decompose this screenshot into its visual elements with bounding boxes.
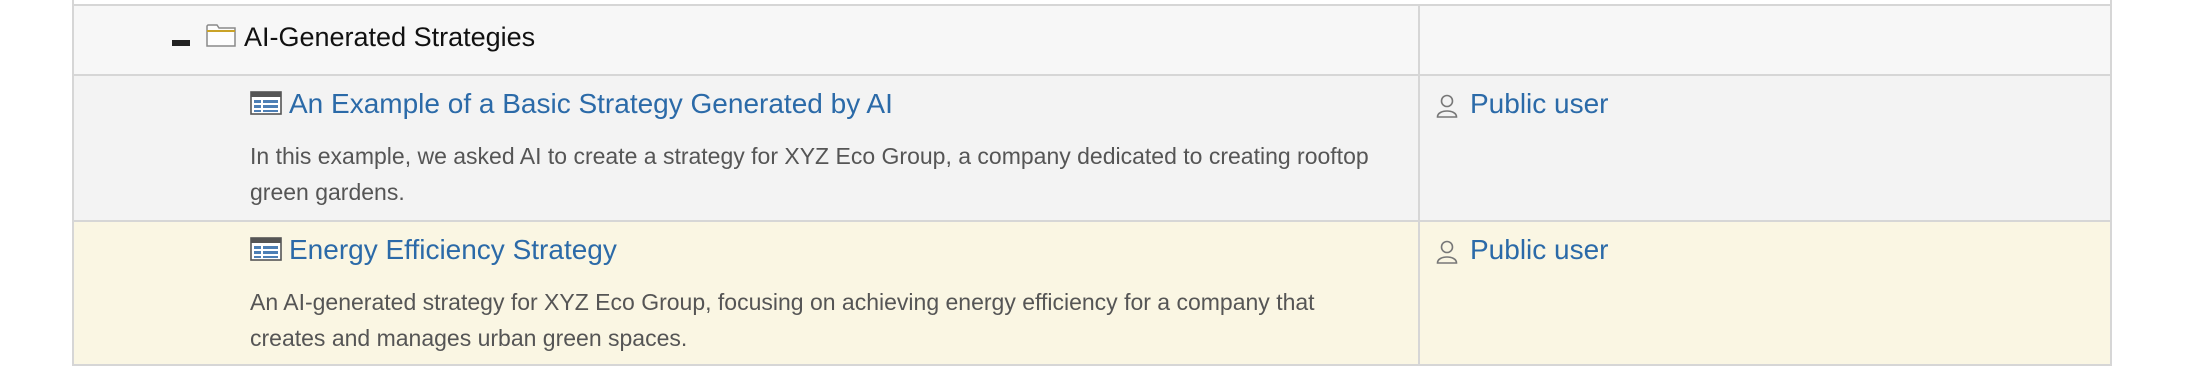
folder-cell: AI-Generated Strategies xyxy=(74,6,1420,74)
user-icon xyxy=(1436,94,1458,118)
owner-link[interactable]: Public user xyxy=(1470,88,1609,120)
item-description: In this example, we asked AI to create a… xyxy=(250,143,1369,205)
item-title-link[interactable]: An Example of a Basic Strategy Generated… xyxy=(289,88,893,120)
user-icon xyxy=(1436,240,1458,264)
strategy-map-icon xyxy=(250,237,282,261)
item-owner-cell: Public user xyxy=(1420,222,2110,364)
collapse-toggle-icon[interactable] xyxy=(172,40,190,46)
owner-link[interactable]: Public user xyxy=(1470,234,1609,266)
folder-row: AI-Generated Strategies xyxy=(74,4,2110,76)
item-title-link[interactable]: Energy Efficiency Strategy xyxy=(289,234,617,266)
list-item: Energy Efficiency Strategy An AI-generat… xyxy=(74,222,2110,366)
strategy-table: AI-Generated Strategies An Example of a … xyxy=(72,0,2112,366)
strategy-map-icon xyxy=(250,91,282,115)
list-item: An Example of a Basic Strategy Generated… xyxy=(74,76,2110,222)
item-owner-cell: Public user xyxy=(1420,76,2110,220)
item-main-cell: Energy Efficiency Strategy An AI-generat… xyxy=(74,222,1420,364)
folder-title[interactable]: AI-Generated Strategies xyxy=(244,22,535,53)
item-description: An AI-generated strategy for XYZ Eco Gro… xyxy=(250,289,1315,351)
item-main-cell: An Example of a Basic Strategy Generated… xyxy=(74,76,1420,220)
folder-owner-cell xyxy=(1420,6,2110,74)
folder-icon xyxy=(206,24,236,47)
